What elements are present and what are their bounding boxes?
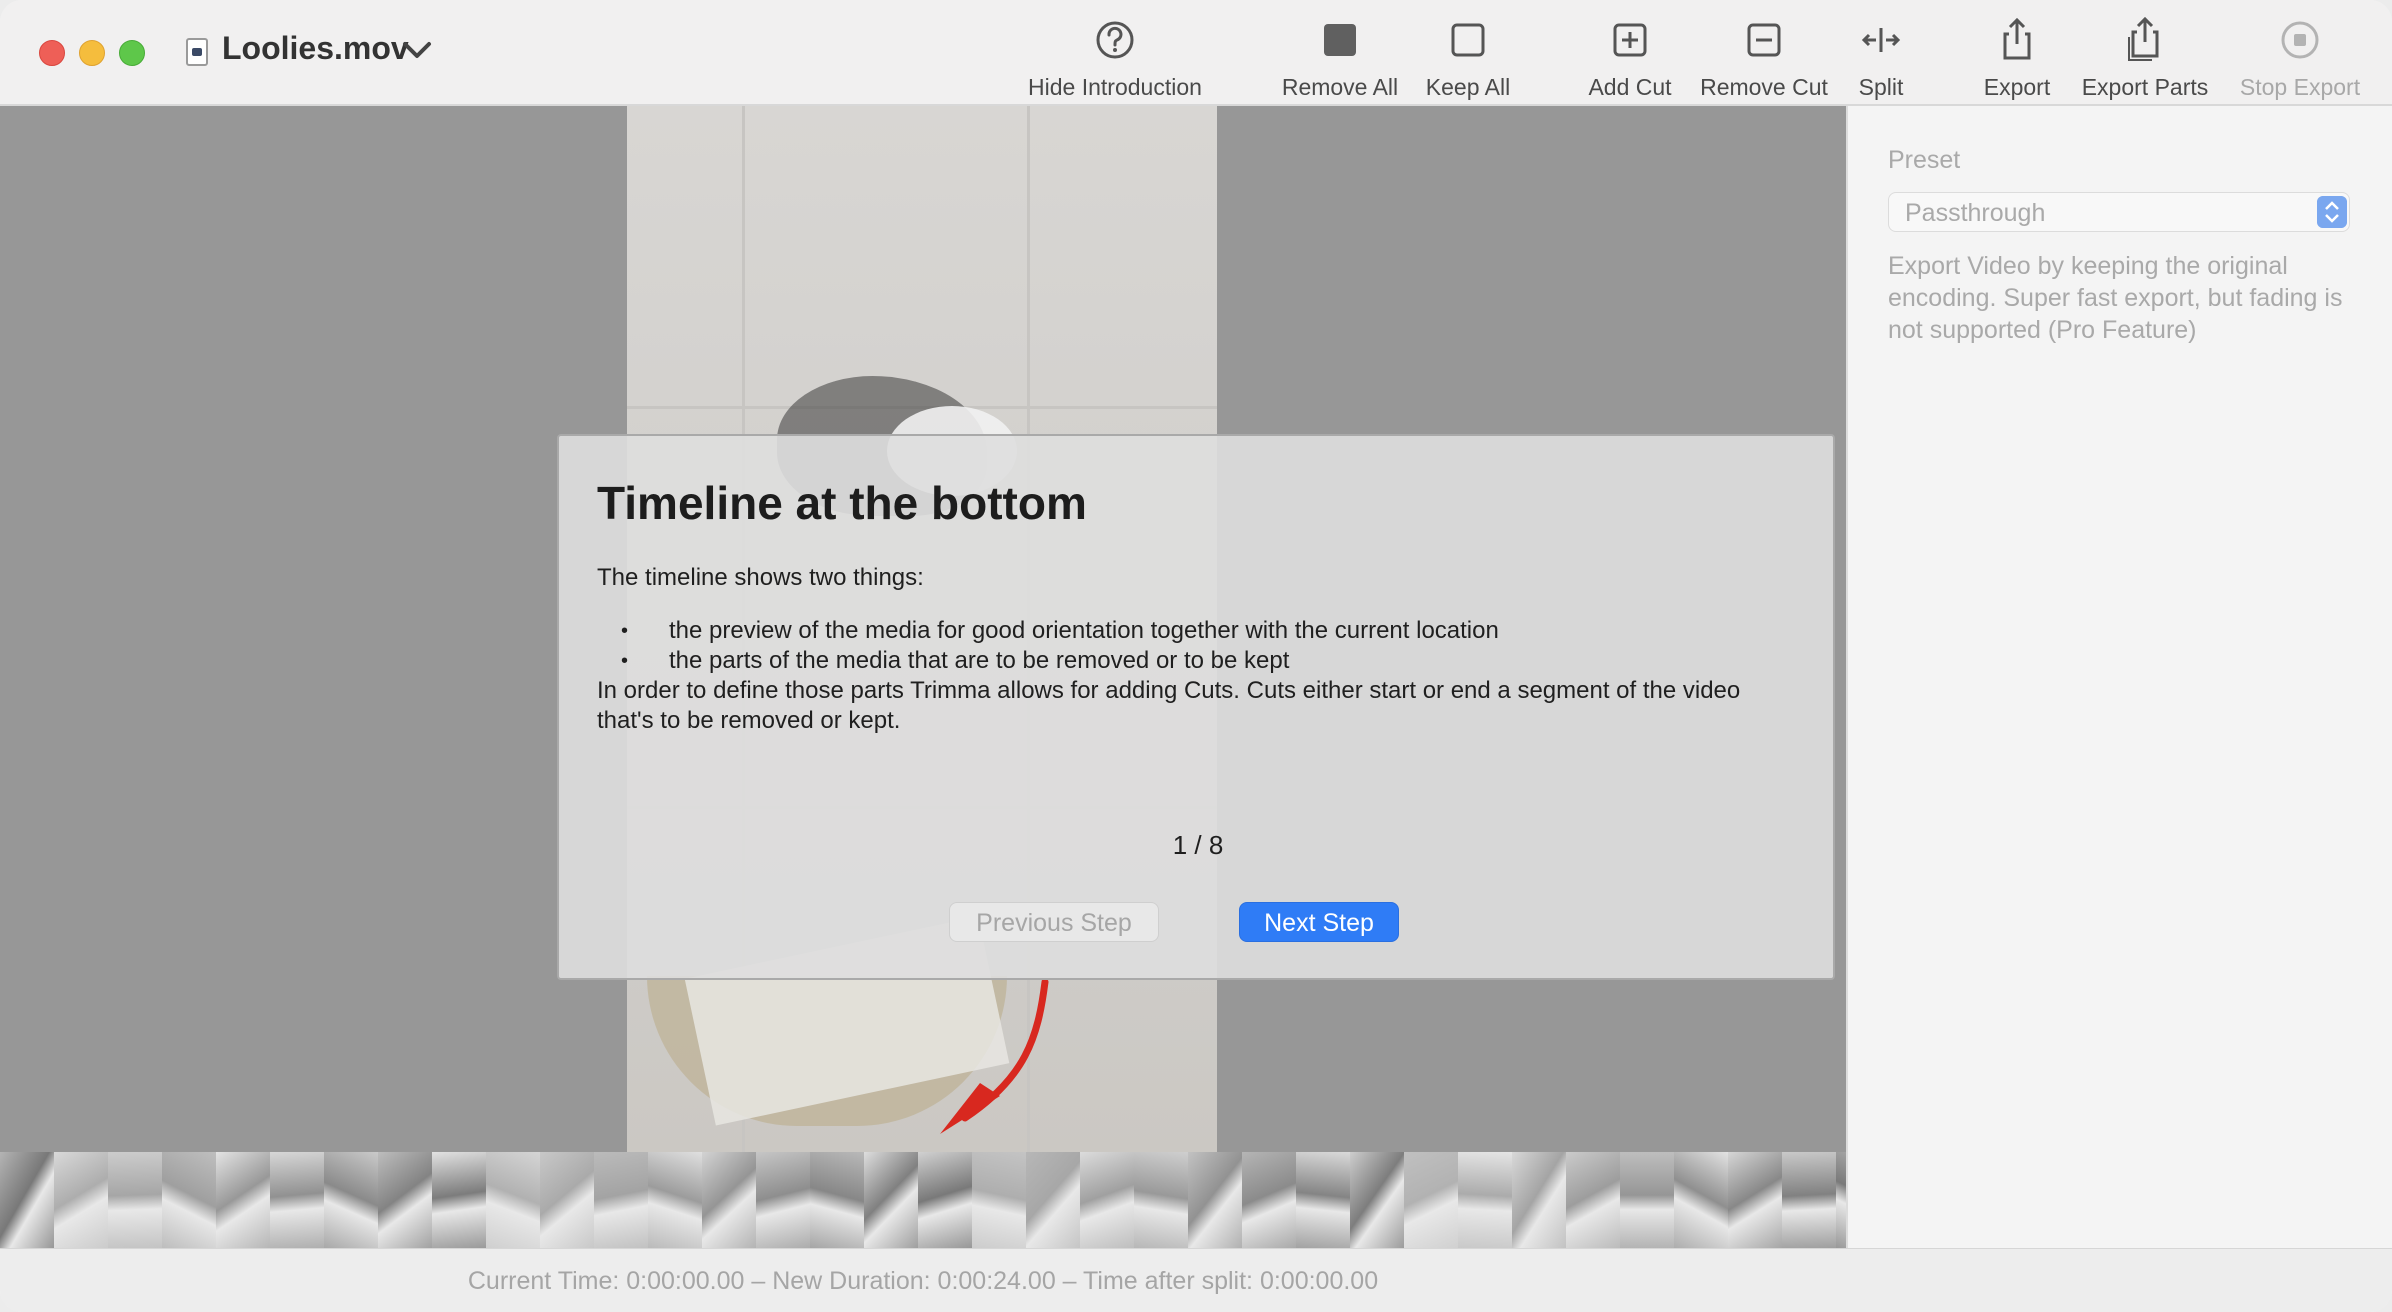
intro-body: In order to define those parts Trimma al… bbox=[597, 677, 1741, 734]
timeline-thumbnail bbox=[594, 1152, 649, 1248]
export-label: Export bbox=[1983, 74, 2051, 100]
timeline-thumbnail bbox=[1188, 1152, 1243, 1248]
title-bar: Loolies.mov Hide Introduction Remove All… bbox=[0, 0, 2392, 106]
status-bar: Current Time: 0:00:00.00 – New Duration:… bbox=[0, 1248, 2392, 1312]
timeline-thumbnail bbox=[108, 1152, 163, 1248]
preset-description: Export Video by keeping the original enc… bbox=[1888, 252, 2343, 344]
timeline-thumbnail bbox=[216, 1152, 271, 1248]
timeline-thumbnail bbox=[432, 1152, 487, 1248]
preset-select[interactable]: Passthrough bbox=[1888, 192, 2350, 232]
timeline-thumbnail bbox=[648, 1152, 703, 1248]
stop-export-button[interactable]: Stop Export bbox=[2232, 14, 2368, 101]
timeline-thumbnail bbox=[540, 1152, 595, 1248]
close-window-button[interactable] bbox=[39, 40, 65, 66]
plus-square-icon bbox=[1613, 23, 1647, 57]
previous-step-button[interactable]: Previous Step bbox=[949, 902, 1159, 942]
red-arrow-pointer bbox=[940, 978, 1049, 1134]
timeline-thumbnail bbox=[1782, 1152, 1837, 1248]
timeline-thumbnail bbox=[918, 1152, 973, 1248]
intro-bullet: the preview of the media for good orient… bbox=[597, 616, 1499, 646]
export-parts-button[interactable]: Export Parts bbox=[2078, 14, 2212, 101]
export-button[interactable]: Export bbox=[1976, 14, 2058, 101]
timeline-thumbnail bbox=[1836, 1152, 1846, 1248]
timeline-thumbnail bbox=[270, 1152, 325, 1248]
hide-introduction-label: Hide Introduction bbox=[1028, 74, 1202, 100]
minimize-window-button[interactable] bbox=[79, 40, 105, 66]
timeline-thumbnail bbox=[54, 1152, 109, 1248]
timeline-thumbnail bbox=[486, 1152, 541, 1248]
document-title[interactable]: Loolies.mov bbox=[222, 30, 409, 67]
intro-lead: The timeline shows two things: bbox=[597, 564, 924, 591]
remove-all-button[interactable]: Remove All bbox=[1280, 14, 1400, 101]
introduction-panel: Timeline at the bottom The timeline show… bbox=[557, 434, 1835, 980]
hide-introduction-button[interactable]: Hide Introduction bbox=[1020, 14, 1210, 101]
timeline-thumbnail bbox=[810, 1152, 865, 1248]
empty-square-icon bbox=[1451, 23, 1485, 57]
zoom-window-button[interactable] bbox=[119, 40, 145, 66]
split-label: Split bbox=[1858, 74, 1904, 100]
timeline-thumbnail bbox=[1080, 1152, 1135, 1248]
timeline-thumbnail bbox=[0, 1152, 55, 1248]
add-cut-label: Add Cut bbox=[1588, 74, 1672, 100]
question-circle-icon bbox=[1096, 21, 1134, 59]
export-parts-label: Export Parts bbox=[2081, 74, 2209, 100]
timeline-thumbnail bbox=[162, 1152, 217, 1248]
timeline-thumbnail bbox=[1242, 1152, 1297, 1248]
timeline-thumbnail bbox=[702, 1152, 757, 1248]
timeline-thumbnail bbox=[756, 1152, 811, 1248]
preset-selected-value: Passthrough bbox=[1905, 199, 2046, 227]
intro-bullet: the parts of the media that are to be re… bbox=[597, 646, 1499, 676]
timeline-thumbnail bbox=[324, 1152, 379, 1248]
timeline-thumbnail bbox=[1404, 1152, 1459, 1248]
timeline-thumbnail bbox=[378, 1152, 433, 1248]
intro-bullet-list: the preview of the media for good orient… bbox=[597, 616, 1499, 676]
remove-cut-label: Remove Cut bbox=[1700, 74, 1828, 100]
split-button[interactable]: Split bbox=[1846, 14, 1916, 101]
document-icon bbox=[186, 38, 208, 66]
chevron-down-icon[interactable] bbox=[402, 40, 432, 60]
keep-all-button[interactable]: Keep All bbox=[1418, 14, 1518, 101]
stop-export-label: Stop Export bbox=[2239, 74, 2361, 100]
timeline-thumbnail bbox=[1350, 1152, 1405, 1248]
timeline-thumbnail bbox=[1458, 1152, 1513, 1248]
up-down-chevron-icon bbox=[2317, 196, 2347, 228]
add-cut-button[interactable]: Add Cut bbox=[1580, 14, 1680, 101]
timeline-thumbnail bbox=[1674, 1152, 1729, 1248]
filled-square-icon bbox=[1324, 24, 1356, 56]
stop-circle-icon bbox=[2281, 21, 2319, 59]
preset-label: Preset bbox=[1888, 146, 1961, 174]
step-counter: 1 / 8 bbox=[1172, 830, 1224, 860]
remove-cut-button[interactable]: Remove Cut bbox=[1698, 14, 1830, 101]
timeline-thumbnail bbox=[1566, 1152, 1621, 1248]
keep-all-label: Keep All bbox=[1425, 74, 1511, 100]
next-step-button[interactable]: Next Step bbox=[1239, 902, 1399, 942]
timeline-thumbnail bbox=[1620, 1152, 1675, 1248]
timeline-thumbnail bbox=[972, 1152, 1027, 1248]
timeline-strip[interactable] bbox=[0, 1152, 1846, 1248]
split-arrows-icon bbox=[1861, 28, 1901, 52]
timeline-thumbnail bbox=[1134, 1152, 1189, 1248]
export-settings-panel: Preset Passthrough Export Video by keepi… bbox=[1846, 106, 2392, 1248]
intro-title: Timeline at the bottom bbox=[597, 477, 1087, 529]
app-window: Loolies.mov Hide Introduction Remove All… bbox=[0, 0, 2392, 1312]
timeline-thumbnail bbox=[1026, 1152, 1081, 1248]
share-icon bbox=[2003, 17, 2031, 60]
timeline-thumbnail bbox=[864, 1152, 919, 1248]
status-text: Current Time: 0:00:00.00 – New Duration:… bbox=[467, 1267, 1379, 1295]
minus-square-icon bbox=[1747, 23, 1781, 57]
share-stack-icon bbox=[2128, 16, 2159, 61]
remove-all-label: Remove All bbox=[1281, 74, 1399, 100]
timeline-thumbnail bbox=[1728, 1152, 1783, 1248]
timeline-thumbnail bbox=[1512, 1152, 1567, 1248]
timeline-thumbnail bbox=[1296, 1152, 1351, 1248]
